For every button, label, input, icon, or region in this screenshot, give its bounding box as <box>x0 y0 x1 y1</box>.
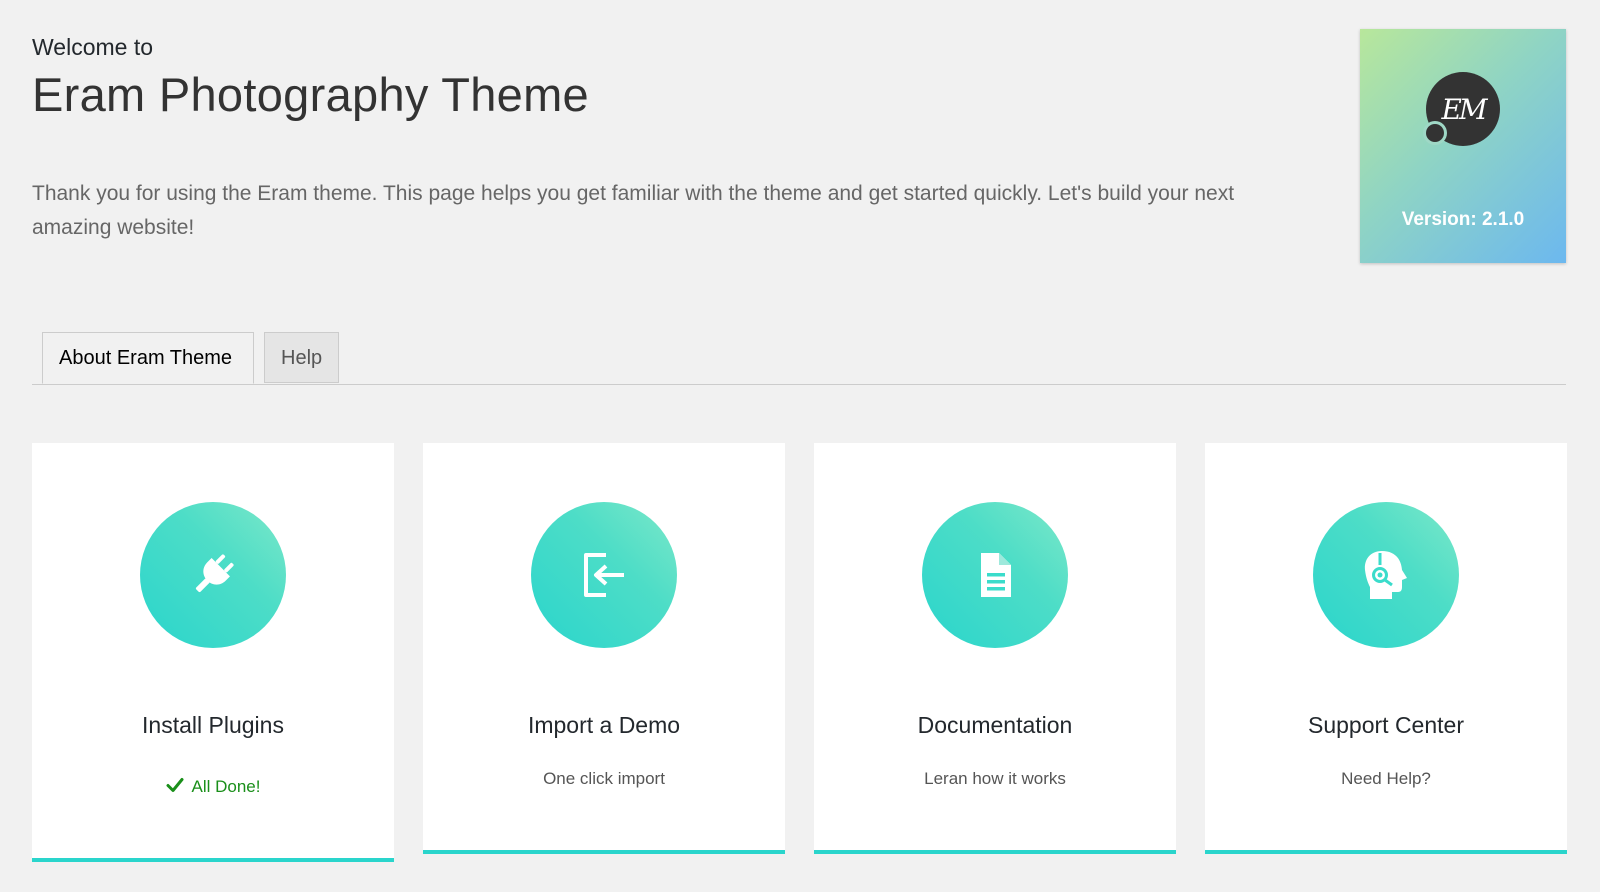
card-subtitle: One click import <box>543 769 665 788</box>
import-icon <box>531 502 677 648</box>
card-title: Documentation <box>917 712 1073 738</box>
welcome-header: Welcome to Eram Photography Theme <box>32 30 1272 126</box>
card-title: Install Plugins <box>142 712 284 738</box>
card-documentation[interactable]: Documentation Leran how it works <box>814 443 1176 854</box>
status-done: All Done! <box>32 776 394 797</box>
card-subtitle: Need Help? <box>1341 769 1431 788</box>
card-title: Import a Demo <box>527 712 681 738</box>
tab-help[interactable]: Help <box>264 332 339 383</box>
checkmark-icon <box>166 778 183 792</box>
card-install-plugins[interactable]: Install Plugins All Done! <box>32 443 394 862</box>
support-headset-icon <box>1313 502 1459 648</box>
status-text: All Done! <box>191 777 261 796</box>
tab-bar: About Eram Theme Help <box>32 332 1566 385</box>
card-subtitle: Leran how it works <box>924 769 1066 788</box>
card-title: Support Center <box>1308 712 1464 738</box>
page-title: Eram Photography Theme <box>32 68 589 121</box>
card-support-center[interactable]: Support Center Need Help? <box>1205 443 1567 854</box>
feature-cards: Install Plugins All Done! Import a Demo … <box>32 443 1567 863</box>
theme-badge: EM Version: 2.1.0 <box>1360 29 1566 263</box>
welcome-text: Welcome to <box>32 34 154 60</box>
intro-text: Thank you for using the Eram theme. This… <box>32 182 1235 239</box>
version-label: Version: 2.1.0 <box>1401 209 1525 230</box>
card-import-demo[interactable]: Import a Demo One click import <box>423 443 785 854</box>
document-icon <box>922 502 1068 648</box>
plug-icon <box>140 502 286 648</box>
tab-about-eram-theme[interactable]: About Eram Theme <box>42 332 254 384</box>
logo-dot <box>1426 124 1444 142</box>
